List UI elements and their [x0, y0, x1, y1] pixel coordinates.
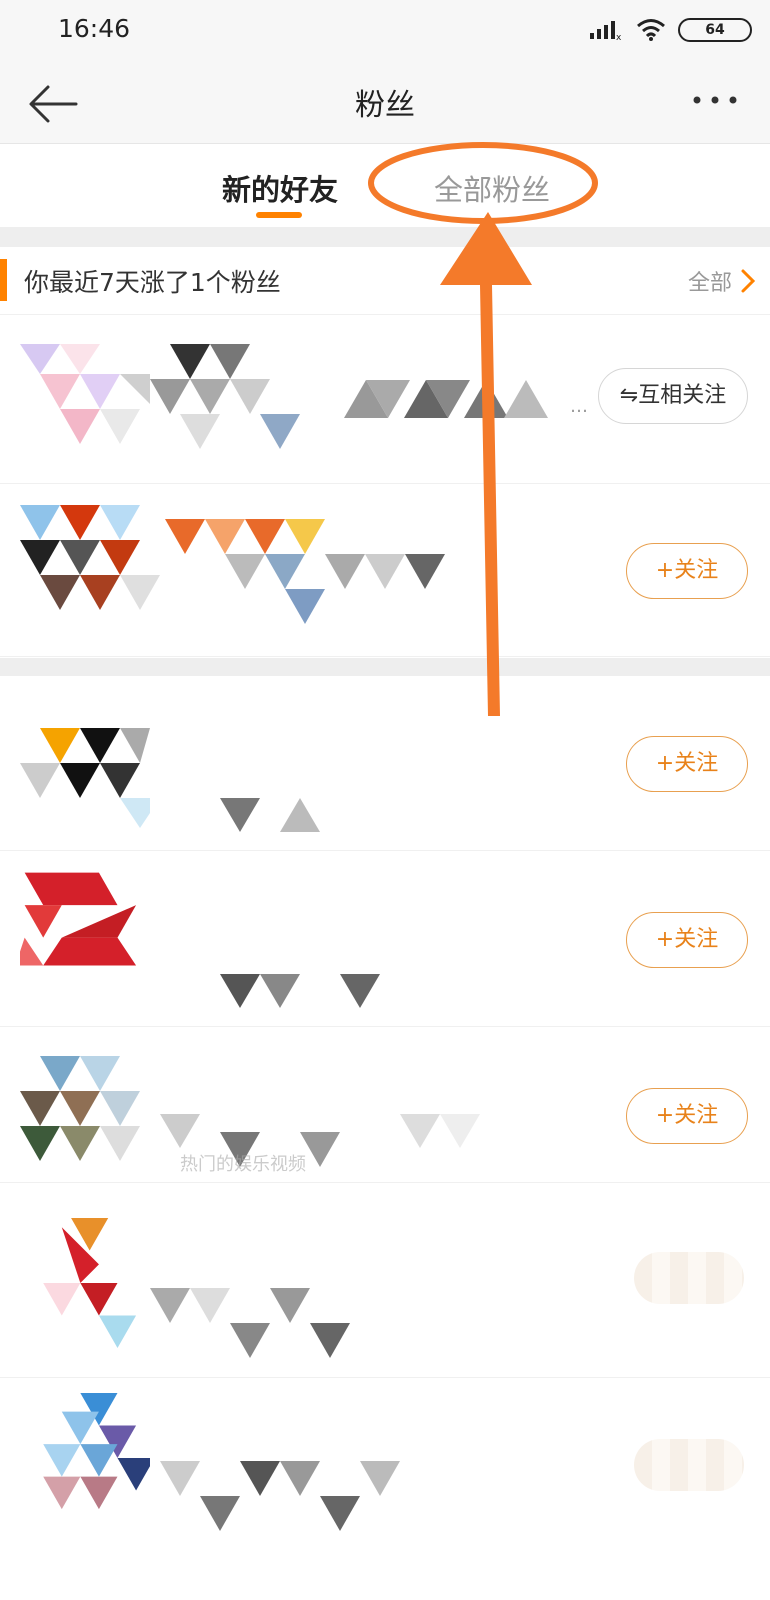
fan-list-item[interactable]: 热门的娱乐视频 +关注 [0, 1028, 770, 1183]
fan-list-item[interactable]: +关注 [0, 485, 770, 657]
svg-text:x: x [616, 33, 622, 41]
nav-bar: 粉丝 [0, 68, 770, 144]
username-blurred [165, 519, 445, 624]
status-bar: 16:46 x 64 [0, 0, 770, 68]
tab-bar: 新的好友 全部粉丝 [0, 145, 770, 227]
section-divider [0, 658, 770, 676]
avatar[interactable] [20, 1046, 150, 1176]
fan-list-item[interactable]: +关注 [0, 852, 770, 1027]
page-title: 粉丝 [355, 88, 415, 123]
section-title: 你最近7天涨了1个粉丝 [24, 268, 281, 297]
follow-button-blurred[interactable] [634, 1252, 744, 1304]
fan-list-item[interactable] [0, 1379, 770, 1600]
section-accent-bar [0, 259, 7, 301]
more-options-icon[interactable] [692, 94, 738, 106]
avatar[interactable] [20, 868, 150, 998]
follow-button[interactable]: +关注 [626, 543, 748, 599]
avatar[interactable] [20, 1393, 150, 1523]
follow-button[interactable]: +关注 [626, 1088, 748, 1144]
username-blurred [150, 1288, 350, 1358]
fan-description: 热门的娱乐视频 [180, 1154, 306, 1175]
name-ellipsis: … [570, 396, 588, 417]
section-header[interactable]: 你最近7天涨了1个粉丝 全部 [0, 247, 770, 315]
follow-button[interactable]: +关注 [626, 912, 748, 968]
username-blurred [344, 380, 548, 418]
battery-indicator: 64 [678, 18, 752, 42]
username-blurred [220, 798, 320, 832]
tab-all-fans[interactable]: 全部粉丝 [434, 167, 550, 209]
follow-button-blurred[interactable] [634, 1439, 744, 1491]
section-view-all[interactable]: 全部 [688, 265, 732, 297]
tab-new-friends[interactable]: 新的好友 [222, 167, 338, 209]
username-blurred [220, 974, 380, 1008]
active-tab-indicator [256, 212, 302, 218]
fan-list-item[interactable] [0, 1190, 770, 1378]
fan-list-item[interactable]: +关注 [0, 676, 770, 851]
avatar[interactable] [20, 1218, 150, 1348]
avatar[interactable] [20, 505, 170, 635]
status-icons: x 64 [590, 18, 752, 42]
section-divider [0, 227, 770, 247]
fan-list-item[interactable]: … ⇋互相关注 [0, 316, 770, 484]
username-blurred [160, 1461, 400, 1531]
status-time: 16:46 [58, 14, 131, 43]
avatar-pattern [150, 344, 300, 449]
mutual-follow-button[interactable]: ⇋互相关注 [598, 368, 748, 424]
avatar[interactable] [20, 334, 150, 464]
signal-icon: x [590, 21, 622, 41]
wifi-icon [637, 19, 665, 41]
follow-button[interactable]: +关注 [626, 736, 748, 792]
chevron-right-icon[interactable] [740, 268, 756, 294]
avatar[interactable] [20, 698, 150, 828]
